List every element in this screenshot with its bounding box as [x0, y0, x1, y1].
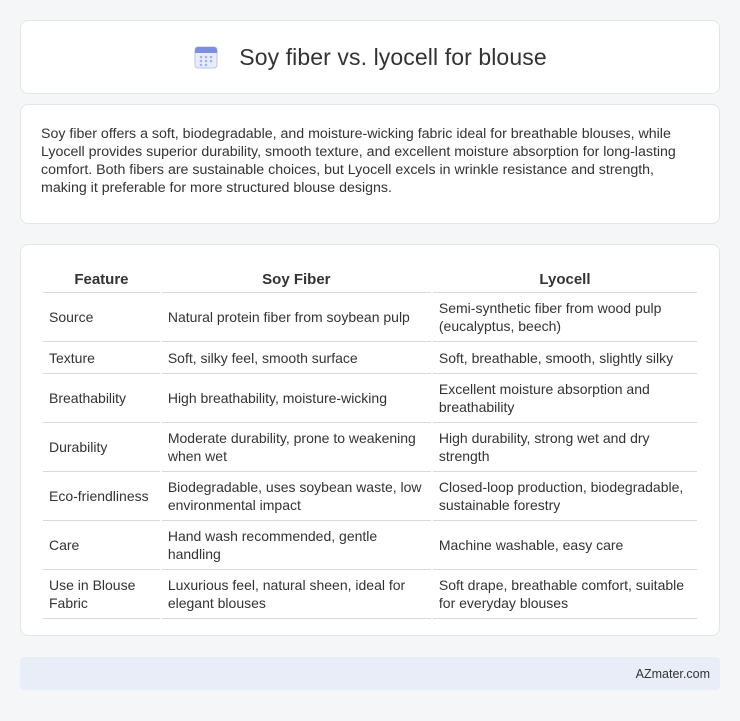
lyocell-cell: High durability, strong wet and dry stre…: [432, 423, 697, 472]
soy-cell: Biodegradable, uses soybean waste, low e…: [161, 472, 431, 521]
page-title: Soy fiber vs. lyocell for blouse: [239, 43, 547, 70]
table-row: Use in Blouse Fabric Luxurious feel, nat…: [43, 570, 697, 619]
footer-brand: AZmater.com: [635, 666, 710, 681]
table-row: Durability Moderate durability, prone to…: [43, 423, 697, 472]
feature-cell: Durability: [43, 423, 160, 472]
title-wrap: Soy fiber vs. lyocell for blouse: [193, 43, 547, 71]
lyocell-cell: Soft drape, breathable comfort, suitable…: [432, 570, 697, 619]
header-soy-fiber: Soy Fiber: [161, 263, 431, 293]
table-row: Eco-friendliness Biodegradable, uses soy…: [43, 472, 697, 521]
lyocell-cell: Soft, breathable, smooth, slightly silky: [432, 342, 697, 374]
title-card: Soy fiber vs. lyocell for blouse: [20, 20, 720, 94]
feature-cell: Texture: [43, 342, 160, 374]
soy-cell: Hand wash recommended, gentle handling: [161, 521, 431, 570]
feature-cell: Use in Blouse Fabric: [43, 570, 160, 619]
lyocell-cell: Machine washable, easy care: [432, 521, 697, 570]
soy-cell: Natural protein fiber from soybean pulp: [161, 293, 431, 342]
feature-cell: Care: [43, 521, 160, 570]
soy-cell: Luxurious feel, natural sheen, ideal for…: [161, 570, 431, 619]
table-row: Source Natural protein fiber from soybea…: [43, 293, 697, 342]
lyocell-cell: Excellent moisture absorption and breath…: [432, 374, 697, 423]
table-row: Texture Soft, silky feel, smooth surface…: [43, 342, 697, 374]
comparison-table: Feature Soy Fiber Lyocell Source Natural…: [41, 263, 699, 619]
feature-cell: Eco-friendliness: [43, 472, 160, 521]
soy-cell: High breathability, moisture-wicking: [161, 374, 431, 423]
summary-card: Soy fiber offers a soft, biodegradable, …: [20, 104, 720, 224]
table-header-row: Feature Soy Fiber Lyocell: [43, 263, 697, 293]
comparison-card: Feature Soy Fiber Lyocell Source Natural…: [20, 244, 720, 636]
lyocell-cell: Semi-synthetic fiber from wood pulp (euc…: [432, 293, 697, 342]
footer-bar: AZmater.com: [20, 657, 720, 690]
feature-cell: Breathability: [43, 374, 160, 423]
lyocell-cell: Closed-loop production, biodegradable, s…: [432, 472, 697, 521]
table-row: Breathability High breathability, moistu…: [43, 374, 697, 423]
table-row: Care Hand wash recommended, gentle handl…: [43, 521, 697, 570]
soy-cell: Soft, silky feel, smooth surface: [161, 342, 431, 374]
soy-cell: Moderate durability, prone to weakening …: [161, 423, 431, 472]
header-lyocell: Lyocell: [432, 263, 697, 293]
header-feature: Feature: [43, 263, 160, 293]
calendar-icon: [194, 46, 218, 69]
feature-cell: Source: [43, 293, 160, 342]
summary-text: Soy fiber offers a soft, biodegradable, …: [41, 126, 676, 196]
